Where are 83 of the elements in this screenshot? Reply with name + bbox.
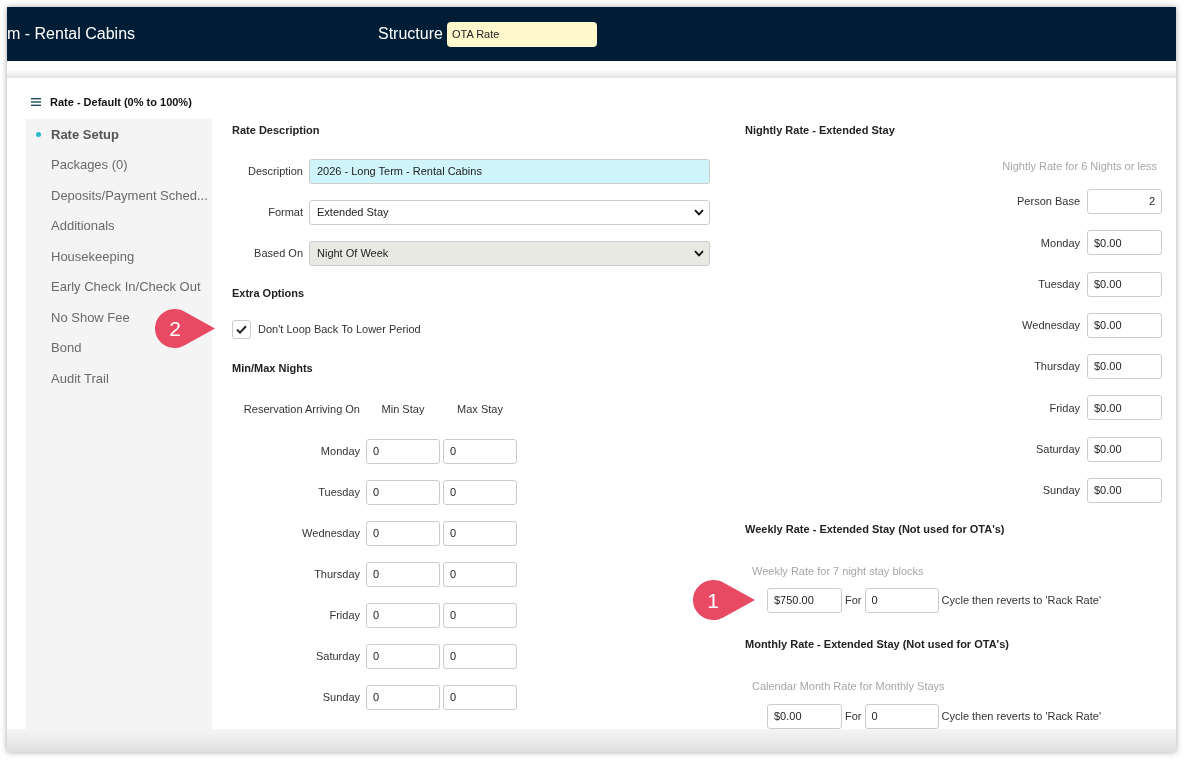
- sidebar-item[interactable]: Rate Setup: [26, 119, 119, 150]
- input-field[interactable]: $0.00: [1087, 271, 1162, 297]
- input-field[interactable]: $0.00: [767, 704, 842, 729]
- section-heading: Rate Description: [232, 122, 321, 138]
- input-field[interactable]: 0: [366, 603, 440, 628]
- section-heading: Extra Options: [232, 285, 306, 301]
- sidebar-item[interactable]: No Show Fee: [26, 302, 130, 333]
- checkbox-label: Don't Loop Back To Lower Period: [258, 322, 421, 338]
- field-label: Thursday: [1034, 359, 1080, 375]
- sidebar-title: Rate - Default (0% to 100%): [50, 94, 192, 110]
- input-field[interactable]: $0.00: [1087, 312, 1162, 338]
- day-label: Tuesday: [318, 485, 360, 501]
- input-field[interactable]: 0: [443, 521, 517, 546]
- field-label: Person Base: [1017, 194, 1080, 210]
- section-heading: Monthly Rate - Extended Stay (Not used for OTA's): [745, 636, 1009, 652]
- input-field[interactable]: 0: [366, 644, 440, 669]
- input-field[interactable]: 0: [443, 644, 517, 669]
- structure-label: Structure: [378, 24, 443, 44]
- input-field[interactable]: 0: [366, 562, 440, 587]
- field-label: Friday: [1049, 400, 1080, 416]
- input-field[interactable]: $0.00: [1087, 395, 1162, 421]
- hint-text: Calendar Month Rate for Monthly Stays: [752, 678, 945, 694]
- checkbox[interactable]: [232, 320, 251, 339]
- dropdown[interactable]: Extended Stay: [309, 200, 710, 225]
- field-label: Sunday: [1042, 483, 1080, 499]
- field-label: Saturday: [1035, 442, 1080, 458]
- text-field[interactable]: 2026 - Long Term - Rental Cabins: [309, 159, 710, 184]
- day-label: Friday: [329, 608, 360, 624]
- input-field[interactable]: 0: [443, 480, 517, 505]
- field-label: Wednesday: [1022, 318, 1080, 334]
- input-field[interactable]: 0: [366, 480, 440, 505]
- input-field[interactable]: 0: [443, 562, 517, 587]
- input-field[interactable]: $0.00: [1087, 436, 1162, 462]
- sidebar-item[interactable]: Audit Trail: [26, 363, 109, 394]
- input-field[interactable]: $0.00: [1087, 354, 1162, 380]
- input-field[interactable]: 0: [366, 685, 440, 710]
- sidebar-item[interactable]: Bond: [26, 332, 82, 363]
- menu-icon: [31, 98, 41, 106]
- field-label: Format: [267, 205, 303, 221]
- hint-text: Weekly Rate for 7 night stay blocks: [752, 563, 924, 579]
- field-suffix: Cycle then reverts to 'Rack Rate': [941, 593, 1101, 609]
- input-field[interactable]: $750.00: [767, 588, 842, 614]
- for-label: For: [845, 593, 862, 609]
- section-heading: Min/Max Nights: [232, 360, 314, 376]
- page-title: m - Rental Cabins: [7, 24, 136, 44]
- checkmark-icon: [236, 325, 247, 334]
- sidebar-item[interactable]: Additionals: [26, 210, 115, 241]
- chevron-down-icon: [694, 209, 704, 216]
- sidebar-item[interactable]: Housekeeping: [26, 241, 135, 272]
- callout-marker: 1: [693, 580, 756, 621]
- field-label: Description: [246, 164, 303, 180]
- input-field[interactable]: 0: [443, 603, 517, 628]
- sidebar-item[interactable]: Deposits/Payment Sched...: [26, 180, 208, 211]
- input-field[interactable]: 0: [366, 439, 440, 464]
- structure-field[interactable]: OTA Rate: [446, 21, 597, 47]
- day-label: Wednesday: [302, 526, 360, 542]
- field-label: Tuesday: [1038, 276, 1080, 292]
- column-header: Min Stay: [380, 401, 426, 417]
- input-field[interactable]: 2: [1087, 189, 1162, 214]
- field-suffix: Cycle then reverts to 'Rack Rate': [941, 709, 1101, 725]
- chevron-down-icon: [694, 250, 704, 257]
- hint-text: Nightly Rate for 6 Nights or less: [1002, 158, 1157, 174]
- field-label: Monday: [1040, 235, 1080, 251]
- sidebar-item[interactable]: Early Check In/Check Out: [26, 271, 201, 302]
- column-header: Reservation Arriving On: [242, 401, 360, 417]
- day-label: Saturday: [315, 649, 360, 665]
- day-label: Sunday: [322, 690, 360, 706]
- day-label: Thursday: [314, 567, 360, 583]
- section-heading: Nightly Rate - Extended Stay: [745, 122, 896, 138]
- callout-marker: 2: [155, 309, 216, 348]
- for-label: For: [845, 709, 862, 725]
- section-heading: Weekly Rate - Extended Stay (Not used for OTA's): [745, 521, 1005, 537]
- input-field[interactable]: 0: [864, 588, 939, 614]
- field-label: Based On: [253, 246, 303, 262]
- input-field[interactable]: 0: [443, 685, 517, 710]
- input-field[interactable]: $0.00: [1087, 478, 1162, 504]
- input-field[interactable]: $0.00: [1087, 230, 1162, 256]
- column-header: Max Stay: [456, 401, 504, 417]
- day-label: Monday: [320, 444, 360, 460]
- input-field[interactable]: 0: [366, 521, 440, 546]
- sidebar-item[interactable]: Packages (0): [26, 149, 128, 180]
- input-field[interactable]: 0: [443, 439, 517, 464]
- input-field[interactable]: 0: [864, 704, 939, 729]
